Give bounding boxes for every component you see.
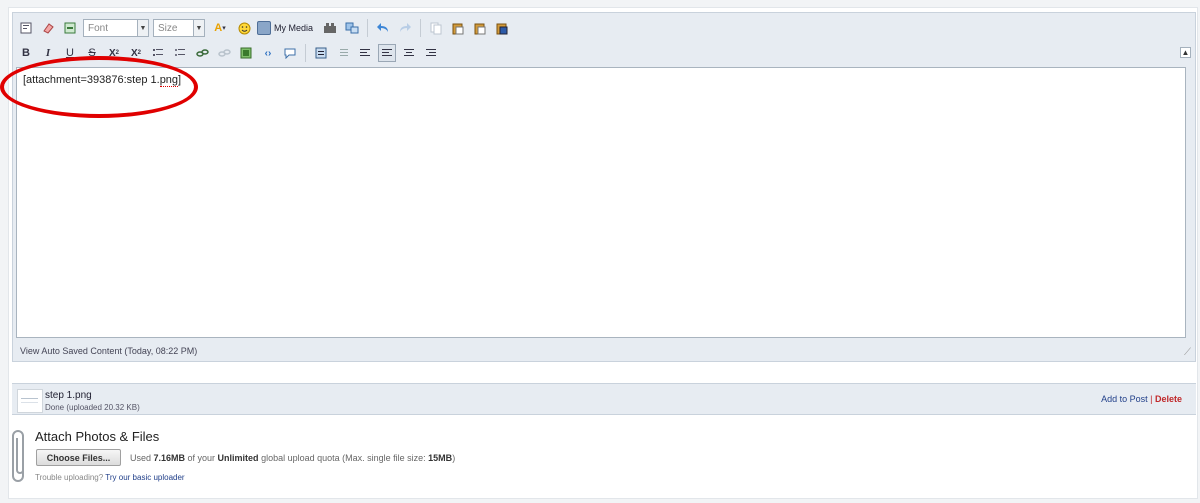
attachment-item: step 1.png Done (uploaded 20.32 KB) Add … bbox=[12, 383, 1196, 415]
toolbar-row-1: Font ▼ Size ▼ A ▾ My Media bbox=[17, 17, 515, 39]
delete-attachment-link[interactable]: Delete bbox=[1155, 394, 1182, 404]
message-textarea[interactable]: [attachment=393876:step 1.png] bbox=[16, 67, 1186, 338]
upload-quota-text: Used 7.16MB of your Unlimited global upl… bbox=[130, 453, 456, 463]
chevron-down-icon: ▼ bbox=[137, 20, 148, 36]
special-char-icon[interactable] bbox=[321, 19, 339, 37]
code-tag-icon[interactable]: ‹› bbox=[259, 44, 277, 62]
align-center-icon[interactable] bbox=[378, 44, 396, 62]
chevron-down-icon: ▼ bbox=[193, 20, 204, 36]
quote-icon[interactable] bbox=[281, 44, 299, 62]
upload-help: Trouble uploading? Try our basic uploade… bbox=[35, 473, 185, 482]
my-media-button[interactable]: My Media bbox=[257, 21, 313, 35]
paste-icon[interactable] bbox=[449, 19, 467, 37]
trouble-uploading-text: Trouble uploading? bbox=[35, 473, 104, 482]
collapse-toolbar-icon[interactable]: ▲ bbox=[1180, 47, 1191, 58]
toolbar-divider bbox=[305, 44, 306, 62]
justify-icon[interactable] bbox=[422, 44, 440, 62]
attachment-thumbnail bbox=[17, 389, 43, 413]
auto-saved-link[interactable]: View Auto Saved Content (Today, 08:22 PM… bbox=[20, 346, 197, 356]
action-separator: | bbox=[1150, 394, 1153, 404]
size-select[interactable]: Size ▼ bbox=[153, 19, 205, 37]
italic-icon[interactable]: I bbox=[39, 44, 57, 62]
my-media-label: My Media bbox=[274, 23, 314, 33]
eraser-icon[interactable] bbox=[39, 19, 57, 37]
source-icon[interactable] bbox=[17, 19, 35, 37]
font-select[interactable]: Font ▼ bbox=[83, 19, 149, 37]
align-right-icon[interactable] bbox=[400, 44, 418, 62]
underline-icon[interactable]: U bbox=[61, 44, 79, 62]
copy-icon[interactable] bbox=[427, 19, 445, 37]
choose-files-button[interactable]: Choose Files... bbox=[36, 449, 121, 466]
misspelled-word: png bbox=[159, 74, 179, 87]
attachment-file-name: step 1.png bbox=[45, 390, 92, 401]
ordered-list-icon[interactable] bbox=[149, 44, 167, 62]
link-icon[interactable] bbox=[193, 44, 211, 62]
paperclip-icon bbox=[12, 430, 24, 482]
font-select-label: Font bbox=[88, 22, 109, 34]
code-icon[interactable] bbox=[343, 19, 361, 37]
superscript-icon[interactable]: X2 bbox=[127, 44, 145, 62]
outdent-icon[interactable] bbox=[334, 44, 352, 62]
image-icon[interactable] bbox=[237, 44, 255, 62]
toolbar-row-2: B I U S X2 X2 ‹› bbox=[17, 42, 444, 64]
redo-icon[interactable] bbox=[396, 19, 414, 37]
indent-icon[interactable] bbox=[312, 44, 330, 62]
text-color-icon[interactable]: A ▾ bbox=[209, 19, 231, 37]
unlink-icon[interactable] bbox=[215, 44, 233, 62]
basic-uploader-link[interactable]: Try our basic uploader bbox=[105, 473, 184, 482]
attachment-actions: Add to Post | Delete bbox=[1101, 394, 1182, 404]
attachment-status: Done (uploaded 20.32 KB) bbox=[45, 403, 140, 412]
resize-handle-icon[interactable]: ⟋ bbox=[1184, 347, 1191, 358]
bold-icon[interactable]: B bbox=[17, 44, 35, 62]
message-text: [attachment=393876:step 1.png] bbox=[23, 74, 182, 87]
rich-text-editor: Font ▼ Size ▼ A ▾ My Media B I U S X 2 X… bbox=[12, 12, 1196, 362]
paste-text-icon[interactable] bbox=[471, 19, 489, 37]
size-select-label: Size bbox=[158, 22, 178, 34]
strikethrough-icon[interactable]: S bbox=[83, 44, 101, 62]
media-icon bbox=[257, 21, 271, 35]
subscript-icon[interactable]: X2 bbox=[105, 44, 123, 62]
toolbar-divider bbox=[420, 19, 422, 37]
paste-word-icon[interactable] bbox=[493, 19, 511, 37]
unordered-list-icon[interactable] bbox=[171, 44, 189, 62]
smiley-icon[interactable] bbox=[235, 19, 253, 37]
undo-icon[interactable] bbox=[374, 19, 392, 37]
add-to-post-link[interactable]: Add to Post bbox=[1101, 394, 1148, 404]
align-left-icon[interactable] bbox=[356, 44, 374, 62]
toolbar-divider bbox=[367, 19, 369, 37]
upload-title: Attach Photos & Files bbox=[35, 429, 160, 444]
spacer-icon[interactable] bbox=[61, 19, 79, 37]
